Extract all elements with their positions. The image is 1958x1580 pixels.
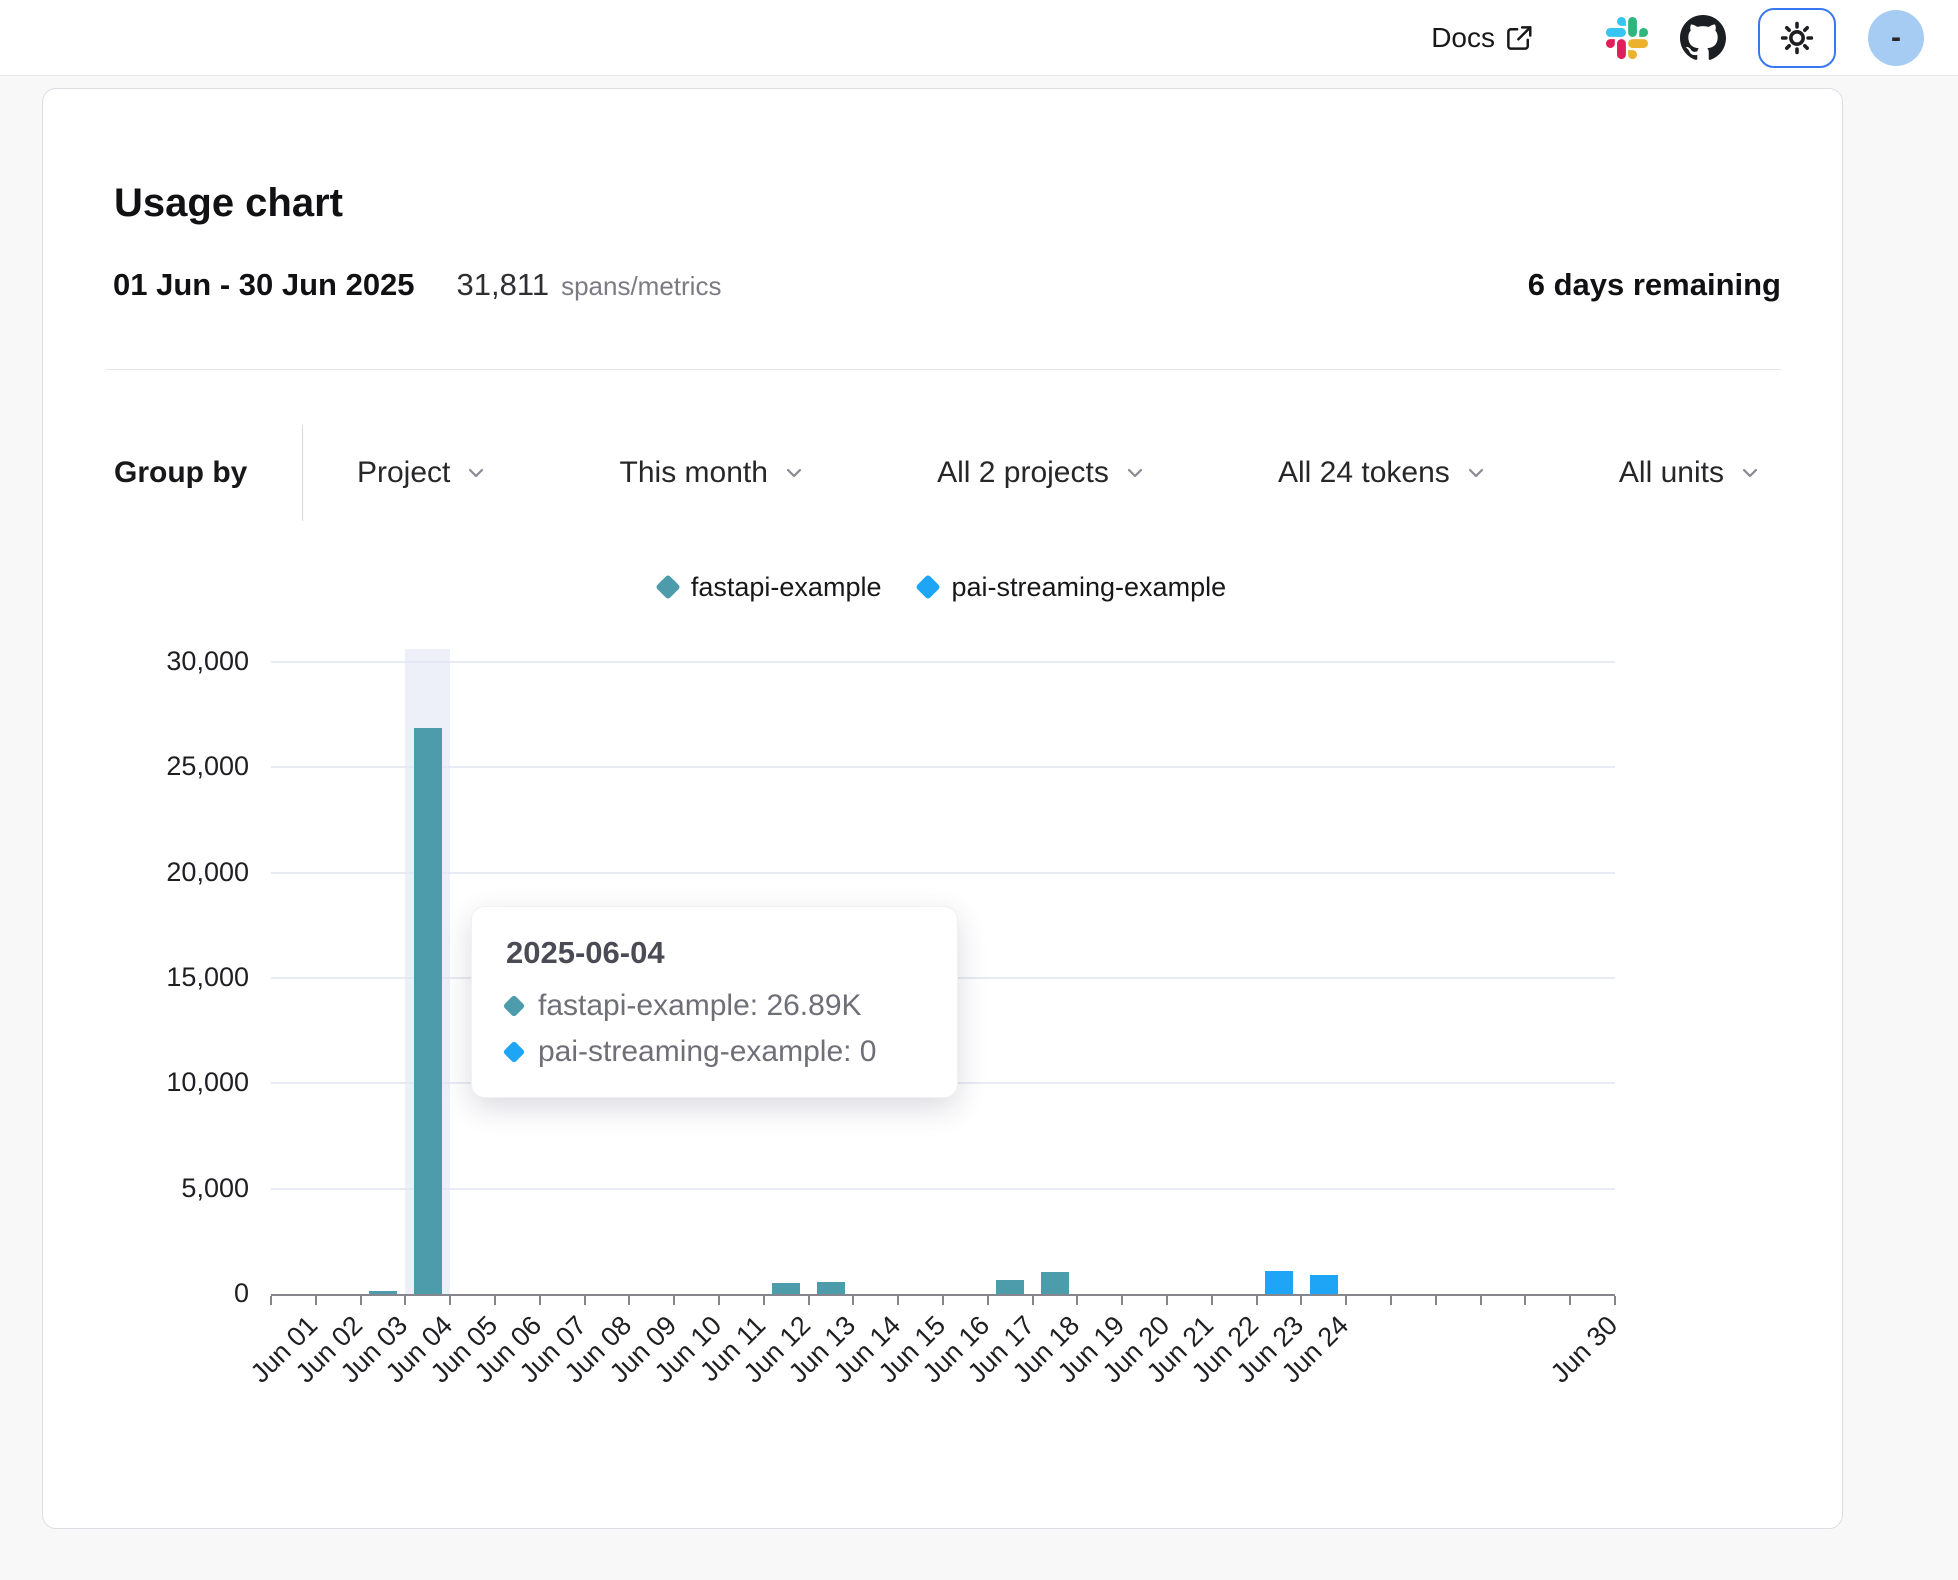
x-axis-tick — [1614, 1296, 1616, 1305]
x-axis-tick — [584, 1296, 586, 1305]
x-axis-tick — [1480, 1296, 1482, 1305]
x-axis-tick — [1345, 1296, 1347, 1305]
y-axis-tick-label: 15,000 — [73, 962, 249, 993]
x-axis-tick — [1256, 1296, 1258, 1305]
chart-bar[interactable] — [1041, 1272, 1069, 1294]
usage-bar-chart: 0 5,000 10,000 15,000 20,000 25,000 30,000 Jun … — [43, 89, 1844, 1530]
slack-icon[interactable] — [1606, 17, 1648, 59]
x-axis-tick — [1524, 1296, 1526, 1305]
x-axis-tick — [1166, 1296, 1168, 1305]
x-axis-tick — [494, 1296, 496, 1305]
y-gridline — [271, 661, 1615, 663]
tooltip-title: 2025-06-04 — [506, 935, 923, 971]
x-axis-tick — [1211, 1296, 1213, 1305]
chart-bar[interactable] — [996, 1280, 1024, 1294]
topbar: Docs — [0, 0, 1958, 76]
chart-bar[interactable] — [772, 1283, 800, 1294]
x-axis-tick — [315, 1296, 317, 1305]
x-axis-tick — [539, 1296, 541, 1305]
y-axis-tick-label: 20,000 — [73, 857, 249, 888]
chart-tooltip: 2025-06-04 fastapi-example: 26.89K pai-s… — [471, 906, 958, 1098]
x-axis-tick — [1032, 1296, 1034, 1305]
theme-toggle-button[interactable] — [1758, 8, 1836, 68]
tooltip-diamond-icon — [503, 1041, 526, 1064]
x-axis-tick — [808, 1296, 810, 1305]
x-axis-tick — [360, 1296, 362, 1305]
chart-bar[interactable] — [414, 728, 442, 1294]
x-axis-tick — [987, 1296, 989, 1305]
x-axis-tick — [1300, 1296, 1302, 1305]
x-axis-tick — [852, 1296, 854, 1305]
docs-link[interactable]: Docs — [1431, 22, 1534, 54]
avatar[interactable]: - — [1868, 10, 1924, 66]
x-axis-tick — [763, 1296, 765, 1305]
x-axis-tick — [718, 1296, 720, 1305]
x-axis-tick — [1569, 1296, 1571, 1305]
chart-bar[interactable] — [1265, 1271, 1293, 1294]
x-axis-tick-label: Jun 30 — [1544, 1310, 1623, 1389]
x-axis-tick — [628, 1296, 630, 1305]
tooltip-row: fastapi-example: 26.89K — [506, 989, 923, 1023]
y-axis-tick-label: 5,000 — [73, 1173, 249, 1204]
y-gridline — [271, 872, 1615, 874]
chart-bar[interactable] — [817, 1282, 845, 1294]
chart-bar[interactable] — [1310, 1275, 1338, 1294]
usage-card: Usage chart 01 Jun - 30 Jun 2025 31,811 … — [42, 88, 1843, 1529]
y-gridline — [271, 766, 1615, 768]
x-axis-tick — [673, 1296, 675, 1305]
x-axis-tick — [942, 1296, 944, 1305]
external-link-icon — [1504, 23, 1534, 53]
avatar-label: - — [1891, 21, 1901, 55]
tooltip-row-text: pai-streaming-example: 0 — [538, 1035, 876, 1069]
github-icon[interactable] — [1680, 15, 1726, 61]
y-axis-tick-label: 0 — [73, 1278, 249, 1309]
x-axis-tick — [1121, 1296, 1123, 1305]
tooltip-row-text: fastapi-example: 26.89K — [538, 989, 862, 1023]
docs-link-label: Docs — [1431, 22, 1495, 54]
y-axis-tick-label: 10,000 — [73, 1067, 249, 1098]
y-axis-tick-label: 30,000 — [73, 646, 249, 677]
x-axis-tick — [449, 1296, 451, 1305]
tooltip-diamond-icon — [503, 995, 526, 1018]
x-axis-tick — [897, 1296, 899, 1305]
x-axis-tick — [1390, 1296, 1392, 1305]
x-axis-tick — [270, 1296, 272, 1305]
tooltip-row: pai-streaming-example: 0 — [506, 1035, 923, 1069]
y-axis-tick-label: 25,000 — [73, 751, 249, 782]
page: Docs — [0, 0, 1958, 1580]
y-gridline — [271, 1188, 1615, 1190]
sun-icon — [1779, 20, 1815, 56]
x-axis-tick — [1076, 1296, 1078, 1305]
x-axis-tick — [1435, 1296, 1437, 1305]
x-axis-tick — [404, 1296, 406, 1305]
